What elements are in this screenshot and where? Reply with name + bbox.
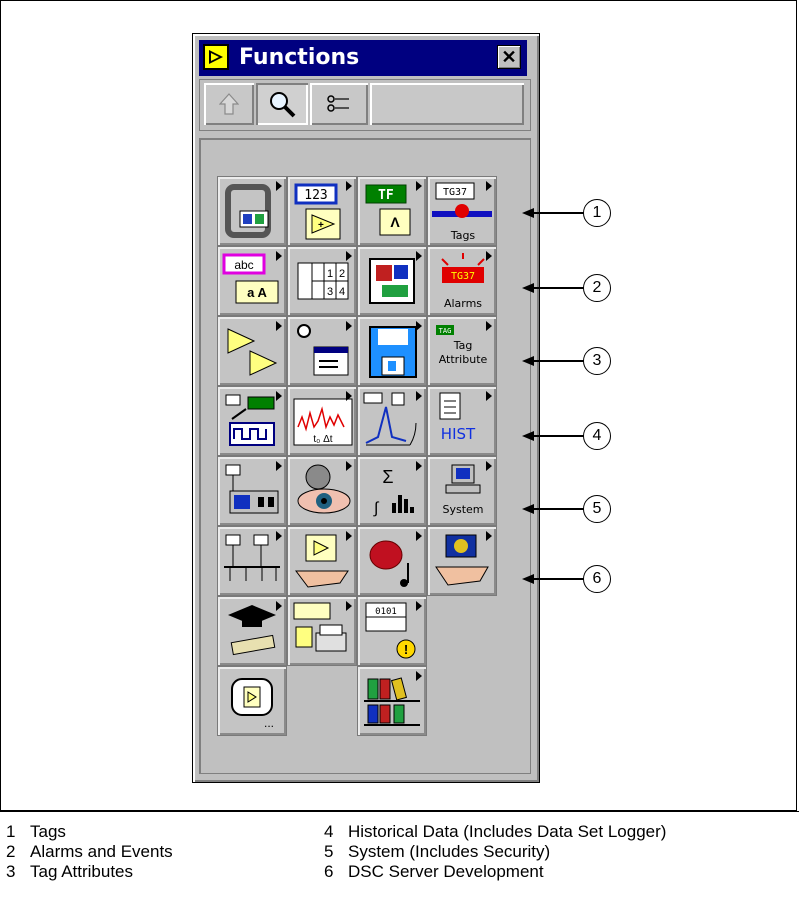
time-dialog-icon[interactable] — [287, 316, 357, 386]
historical-icon[interactable]: HIST — [427, 386, 497, 456]
svg-text:abc: abc — [234, 258, 253, 272]
callout-arrowhead — [522, 574, 534, 584]
close-button[interactable]: ✕ — [497, 45, 521, 69]
boolean-icon[interactable]: TF Λ — [357, 176, 427, 246]
svg-text:a A: a A — [247, 285, 267, 300]
svg-text:1: 1 — [327, 268, 333, 280]
callout-line — [534, 212, 584, 214]
svg-text:Λ: Λ — [390, 214, 400, 230]
functions-palette-window: Functions ✕ 123 + TF Λ TG37 Tags abc a A… — [192, 33, 540, 783]
callout-6: 6 — [583, 565, 611, 593]
callout-line — [534, 287, 584, 289]
svg-text:∫: ∫ — [373, 500, 380, 517]
callout-line — [534, 578, 584, 580]
numeric-icon[interactable]: 123 + — [287, 176, 357, 246]
user-libraries-icon[interactable] — [357, 666, 427, 736]
up-arrow-icon — [219, 93, 239, 115]
waveform-icon[interactable]: t₀ Δt — [287, 386, 357, 456]
tutorial-icon[interactable] — [217, 596, 287, 666]
up-button[interactable] — [204, 83, 254, 125]
file-io-icon[interactable] — [357, 316, 427, 386]
comparison-icon[interactable] — [217, 316, 287, 386]
options-icon — [327, 95, 349, 112]
svg-text:Σ: Σ — [382, 467, 393, 487]
options-button[interactable] — [310, 83, 368, 125]
svg-text:t₀ Δt: t₀ Δt — [313, 434, 332, 445]
graphics-sound-icon[interactable] — [357, 526, 427, 596]
tags-icon[interactable]: TG37 Tags — [427, 176, 497, 246]
data-acquisition-icon[interactable] — [217, 386, 287, 456]
legend-item: 2 Alarms and Events — [6, 842, 173, 861]
dsc-server-icon[interactable] — [427, 526, 497, 596]
alarms-label: Alarms — [443, 297, 483, 310]
svg-text:+: + — [318, 220, 324, 231]
callout-line — [534, 508, 584, 510]
callout-4: 4 — [583, 422, 611, 450]
svg-text:0101: 0101 — [375, 607, 397, 617]
callout-arrowhead — [522, 504, 534, 514]
magnifier-icon — [270, 92, 296, 118]
svg-text:TAG: TAG — [439, 327, 452, 335]
cluster-icon[interactable] — [357, 246, 427, 316]
legend-item: 4 Historical Data (Includes Data Set Logg… — [324, 822, 667, 841]
callout-5: 5 — [583, 495, 611, 523]
search-button[interactable] — [256, 83, 308, 125]
palette-toolbar — [199, 79, 531, 131]
callout-1: 1 — [583, 199, 611, 227]
system-label: System — [442, 503, 484, 516]
svg-text:!: ! — [404, 642, 408, 657]
callout-3: 3 — [583, 347, 611, 375]
report-generation-icon[interactable] — [287, 596, 357, 666]
alarms-icon[interactable]: TG37 Alarms — [427, 246, 497, 316]
application-control-icon[interactable] — [287, 526, 357, 596]
array-icon[interactable]: 1 2 3 4 — [287, 246, 357, 316]
legend-item: 3 Tag Attributes — [6, 862, 134, 881]
title-bar[interactable]: Functions ✕ — [199, 40, 527, 76]
callout-arrowhead — [522, 356, 534, 366]
svg-text:4: 4 — [339, 286, 345, 298]
svg-text:HIST: HIST — [441, 425, 476, 443]
window-title: Functions — [239, 45, 360, 70]
callout-line — [534, 360, 584, 362]
toolbar-blank-button — [370, 83, 524, 125]
motion-vision-icon[interactable] — [287, 456, 357, 526]
svg-text:TF: TF — [378, 188, 394, 203]
structures-icon[interactable] — [217, 176, 287, 246]
svg-text:2: 2 — [339, 268, 345, 280]
string-icon[interactable]: abc a A — [217, 246, 287, 316]
legend: 1 Tags 2 Alarms and Events 3 Tag Attributes… — [0, 811, 799, 904]
svg-text:TG37: TG37 — [443, 187, 467, 198]
callout-arrowhead — [522, 283, 534, 293]
tag-attribute-icon[interactable]: TAG Tag Attribute — [427, 316, 497, 386]
callout-line — [534, 435, 584, 437]
svg-text:3: 3 — [327, 286, 333, 298]
callout-arrowhead — [522, 431, 534, 441]
advanced-icon[interactable]: 0101 ! — [357, 596, 427, 666]
svg-text:123: 123 — [304, 188, 327, 203]
tags-label: Tags — [450, 229, 476, 242]
legend-item: 5 System (Includes Security) — [324, 842, 551, 861]
select-vi-icon[interactable]: ... — [217, 666, 287, 736]
mathematics-icon[interactable]: Σ ∫ — [357, 456, 427, 526]
callout-2: 2 — [583, 274, 611, 302]
legend-item: 6 DSC Server Development — [324, 862, 544, 881]
svg-text:TG37: TG37 — [451, 271, 475, 282]
communication-icon[interactable] — [217, 526, 287, 596]
callout-arrowhead — [522, 208, 534, 218]
analyze-icon[interactable] — [357, 386, 427, 456]
tag-attribute-label: Tag Attribute — [438, 339, 488, 366]
system-icon[interactable]: System — [427, 456, 497, 526]
legend-item: 1 Tags — [6, 822, 66, 841]
svg-text:...: ... — [264, 716, 274, 730]
figure-frame: Functions ✕ 123 + TF Λ TG37 Tags abc a A… — [0, 0, 797, 811]
instrument-io-icon[interactable] — [217, 456, 287, 526]
palette-icon — [203, 44, 229, 70]
palette-grid: 123 + TF Λ TG37 Tags abc a A 1 2 3 4 TG3… — [199, 138, 531, 774]
